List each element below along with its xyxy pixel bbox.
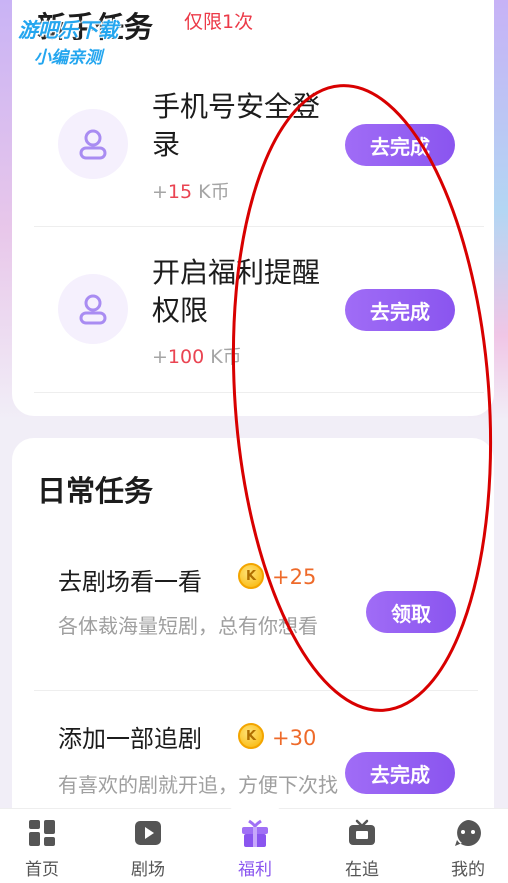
tab-mine[interactable]: 我的 [428, 809, 508, 883]
tab-label: 我的 [451, 860, 485, 880]
once-only-tag: 仅限1次 [184, 11, 254, 33]
task-reward-phone-login: +15 K币 [152, 181, 230, 203]
task-reward-visit-theater: +25 [272, 565, 317, 589]
daily-section-title: 日常任务 [37, 474, 154, 508]
task-reward-add-series: +30 [272, 726, 317, 750]
complete-button-add-series[interactable]: 去完成 [345, 752, 455, 794]
task-reward-welfare-reminder: +100 K币 [152, 346, 242, 368]
tab-following[interactable]: 在追 [322, 809, 402, 883]
task-name-welfare-reminder: 开启福利提醒权限 [152, 256, 321, 327]
tab-label: 福利 [238, 860, 272, 880]
user-icon [58, 109, 128, 179]
divider [34, 392, 484, 393]
daily-task-card: 日常任务 去剧场看一看 K +25 各体裁海量短剧，总有你想看 领取 添加一部追… [12, 438, 494, 858]
task-name-visit-theater: 去剧场看一看 [58, 568, 202, 596]
watermark: 游吧乐下载 小编亲测 [18, 14, 118, 68]
complete-button-welfare-reminder[interactable]: 去完成 [345, 289, 455, 331]
watermark-line-2: 小编亲测 [34, 48, 102, 68]
tab-welfare[interactable]: 福利 [215, 809, 295, 883]
tab-label: 首页 [25, 860, 59, 880]
task-name-phone-login: 手机号安全登录 [152, 90, 321, 161]
task-name-add-series: 添加一部追剧 [58, 725, 202, 753]
claim-button-visit-theater[interactable]: 领取 [366, 591, 456, 633]
profile-face-icon [452, 817, 484, 849]
tab-theater[interactable]: 剧场 [108, 809, 188, 883]
task-desc-visit-theater: 各体裁海量短剧，总有你想看 [58, 614, 318, 638]
watermark-line-1: 游吧乐下载 [18, 18, 118, 42]
k-coin-icon: K [238, 563, 264, 589]
gift-icon [239, 817, 271, 849]
tv-icon [346, 817, 378, 849]
divider [34, 690, 478, 691]
play-icon [132, 817, 164, 849]
tab-home[interactable]: 首页 [2, 809, 82, 883]
home-grid-icon [26, 817, 58, 849]
bottom-tab-bar: 首页 剧场 福利 在追 我的 [0, 799, 508, 883]
tab-label: 剧场 [131, 860, 165, 880]
complete-button-phone-login[interactable]: 去完成 [345, 124, 455, 166]
user-icon [58, 274, 128, 344]
divider [34, 226, 484, 227]
tab-label: 在追 [345, 860, 379, 880]
k-coin-icon: K [238, 723, 264, 749]
task-desc-add-series: 有喜欢的剧就开追，方便下次找 [58, 773, 338, 797]
